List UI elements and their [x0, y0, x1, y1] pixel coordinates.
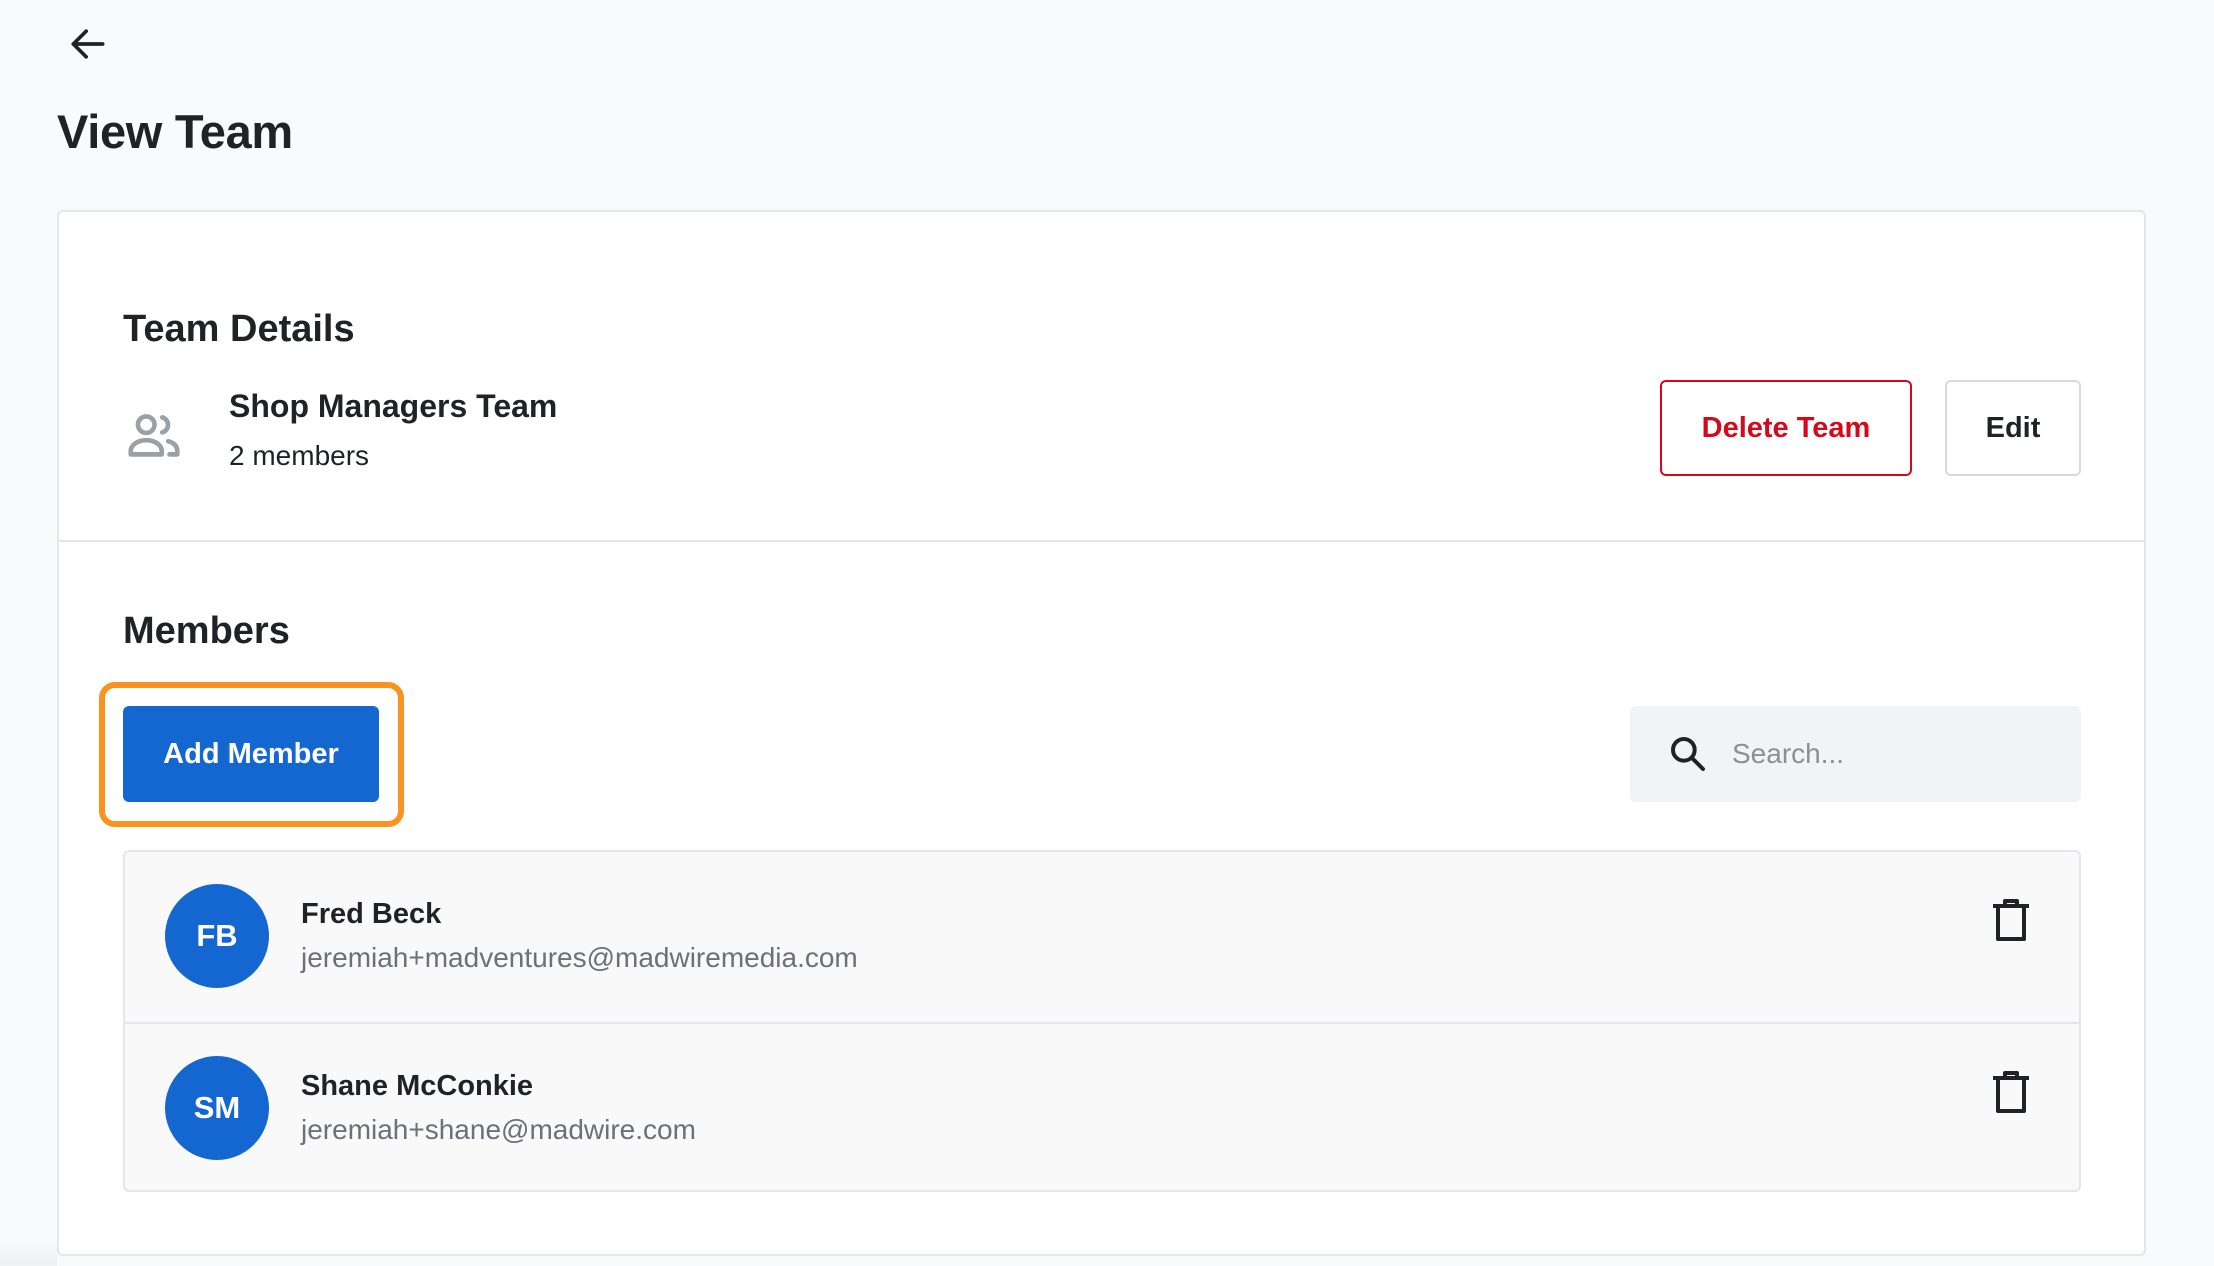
member-row: SM Shane McConkie jeremiah+shane@madwire… — [125, 1022, 2079, 1190]
edit-team-button[interactable]: Edit — [1945, 380, 2081, 476]
page-title: View Team — [57, 105, 293, 158]
member-name: Shane McConkie — [301, 1070, 534, 1102]
trash-icon — [1993, 1071, 2029, 1113]
search-icon — [1666, 732, 1710, 776]
avatar: SM — [165, 1056, 269, 1160]
remove-member-button[interactable] — [1983, 892, 2039, 948]
member-row: FB Fred Beck jeremiah+madventures@madwir… — [125, 852, 2079, 1022]
team-member-count: 2 members — [229, 440, 370, 471]
arrow-left-icon — [71, 29, 105, 59]
search-input[interactable] — [1732, 724, 2052, 784]
team-card: Team Details Shop Managers Team 2 member… — [57, 210, 2146, 1256]
member-search-box[interactable] — [1630, 706, 2081, 802]
trash-icon — [1993, 899, 2029, 941]
member-email: jeremiah+madventures@madwiremedia.com — [301, 942, 858, 973]
avatar: FB — [165, 884, 269, 988]
team-details-heading: Team Details — [123, 308, 355, 350]
member-list: FB Fred Beck jeremiah+madventures@madwir… — [123, 850, 2081, 1192]
delete-team-button[interactable]: Delete Team — [1660, 380, 1912, 476]
team-name: Shop Managers Team — [229, 388, 558, 424]
member-name: Fred Beck — [301, 898, 442, 930]
members-heading: Members — [123, 610, 290, 652]
view-team-page: View Team Team Details Shop Managers Tea… — [0, 0, 2214, 1266]
member-email: jeremiah+shane@madwire.com — [301, 1114, 696, 1145]
add-member-button[interactable]: Add Member — [123, 706, 379, 802]
back-button[interactable] — [56, 12, 120, 76]
remove-member-button[interactable] — [1983, 1064, 2039, 1120]
page-edge-shadow — [0, 1236, 57, 1266]
people-icon — [123, 404, 185, 466]
team-details-section: Team Details Shop Managers Team 2 member… — [59, 212, 2144, 542]
